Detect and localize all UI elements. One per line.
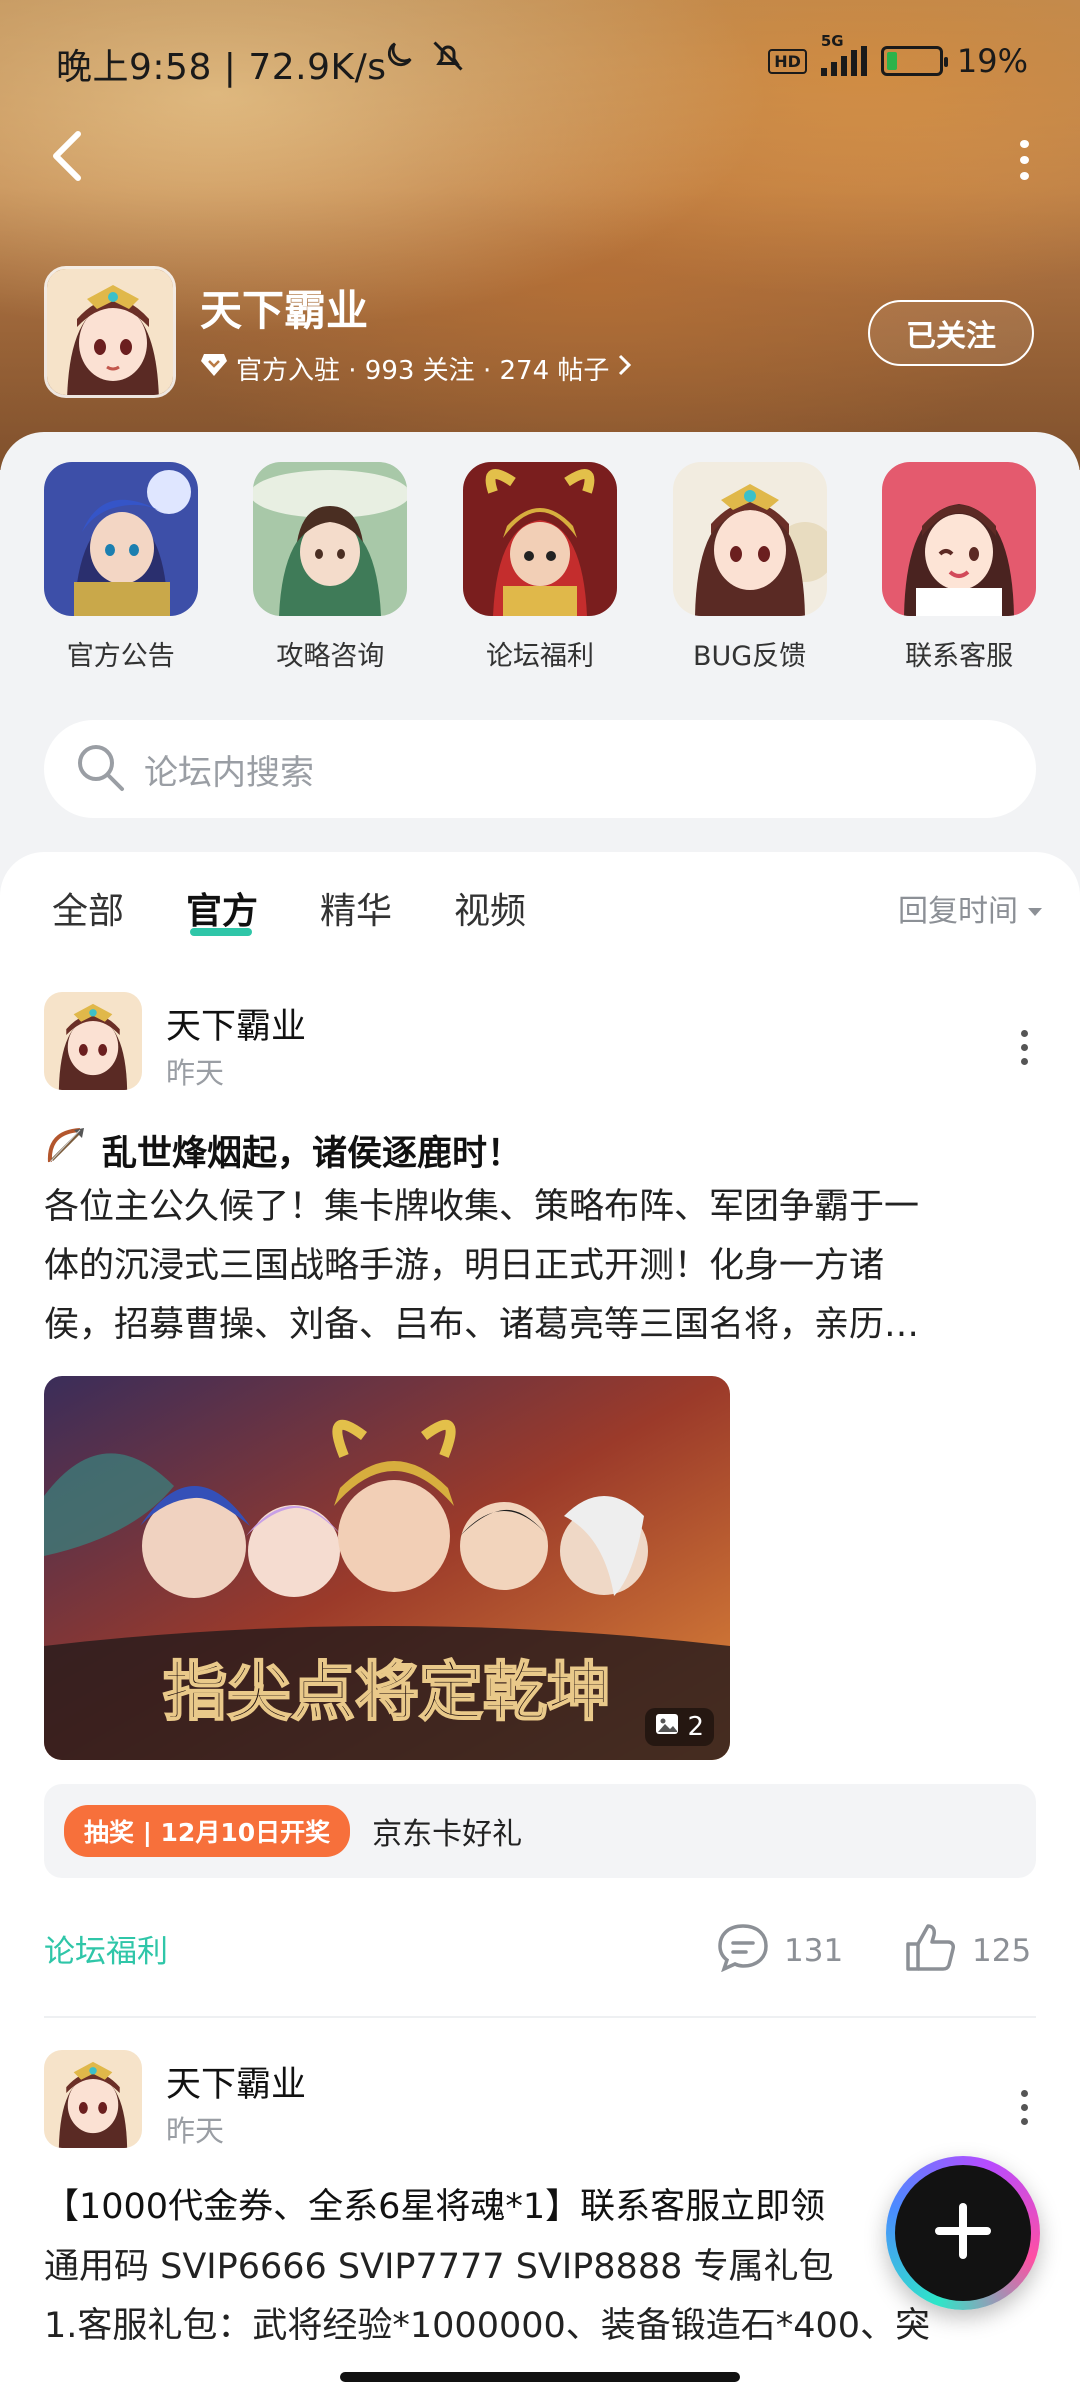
- plus-icon: [931, 2199, 995, 2267]
- lottery-prize: 京东卡好礼: [372, 1817, 523, 1852]
- forum-avatar[interactable]: [44, 266, 176, 398]
- category-bug-feedback[interactable]: BUG反馈: [665, 462, 835, 673]
- image-count-badge: 2: [645, 1708, 714, 1746]
- post-body-line: 1.客服礼包：武将经验*1000000、装备锻造石*400、突: [44, 2306, 931, 2346]
- active-tab-indicator: [190, 928, 252, 936]
- author-name[interactable]: 天下霸业: [166, 2056, 306, 2107]
- post-body: 通用码 SVIP6666 SVIP7777 SVIP8888 专属礼包 1.客服…: [44, 2238, 1036, 2356]
- category-welfare[interactable]: 论坛福利: [455, 462, 625, 673]
- search-placeholder: 论坛内搜索: [144, 752, 314, 793]
- forum-title: 天下霸业: [200, 286, 369, 335]
- status-bar: 晚上9:58 | 72.9K/s HD 5G 19%: [0, 0, 1080, 120]
- category-label: 官方公告: [66, 641, 175, 672]
- customer-service-art-icon: [882, 462, 1037, 616]
- post-more-icon[interactable]: [1018, 2090, 1030, 2125]
- author-avatar[interactable]: [44, 2050, 142, 2148]
- bug-feedback-art-icon: [672, 462, 827, 616]
- search-icon: [74, 741, 126, 797]
- status-time-speed: 晚上9:58 | 72.9K/s: [56, 47, 387, 88]
- caret-down-icon: [1026, 891, 1044, 926]
- sort-dropdown[interactable]: 回复时间: [898, 886, 1044, 930]
- signal-icon: 5G: [820, 32, 867, 76]
- post-title-text: 乱世烽烟起，诸侯逐鹿时！: [102, 1134, 523, 1174]
- post-body-line: 体的沉浸式三国战略手游，明日正式开测！化身一方诸: [44, 1246, 885, 1286]
- moon-icon: [382, 38, 416, 76]
- image-count: 2: [687, 1712, 704, 1742]
- post-body-line: 各位主公久候了！集卡牌收集、策略布阵、军团争霸于一: [44, 1187, 920, 1227]
- post-divider: [44, 2016, 1036, 2018]
- post-time: 昨天: [166, 1056, 225, 1090]
- chevron-right-icon: [617, 352, 633, 385]
- post-image[interactable]: 指尖点将定乾坤 2: [44, 1376, 730, 1760]
- post-title-text: 【1000代金券、全系6星将魂*1】联系客服立即领: [44, 2187, 826, 2227]
- search-input[interactable]: 论坛内搜索: [44, 720, 1036, 818]
- board-tag[interactable]: 论坛福利: [44, 1926, 168, 1971]
- post-feed: 全部 官方 精华 视频 回复时间 天下霸业 昨天 乱世烽烟起，诸侯逐鹿时！ 各位…: [0, 852, 1080, 2400]
- filter-tabs: 全部 官方 精华 视频 回复时间: [0, 852, 1080, 958]
- like-count: 125: [972, 1933, 1032, 1969]
- home-indicator[interactable]: [340, 2372, 740, 2382]
- battery-percent: 19%: [956, 42, 1028, 80]
- lottery-card[interactable]: 抽奖 | 12月10日开奖 京东卡好礼: [44, 1784, 1036, 1878]
- bow-arrow-icon: [44, 1124, 90, 1177]
- follow-button[interactable]: 已关注: [868, 300, 1034, 366]
- thumbs-up-icon: [904, 1922, 958, 1980]
- forum-stats-link[interactable]: 官方入驻 · 993 关注 · 274 帖子: [200, 350, 633, 387]
- tab-all[interactable]: 全部: [52, 882, 124, 934]
- post-footer: 论坛福利 131 125: [0, 1916, 1080, 1976]
- more-options-icon[interactable]: [1004, 140, 1044, 180]
- category-guide[interactable]: 攻略咨询: [245, 462, 415, 673]
- image-gallery-icon: [655, 1712, 679, 1742]
- mute-icon: [430, 38, 466, 78]
- tab-video[interactable]: 视频: [454, 882, 526, 934]
- like-button[interactable]: 125: [904, 1922, 1031, 1980]
- guide-art-icon: [253, 462, 408, 616]
- compose-post-button[interactable]: [886, 2156, 1040, 2310]
- post-time: 昨天: [166, 2114, 225, 2148]
- battery-icon: [880, 46, 948, 76]
- lottery-badge: 抽奖 | 12月10日开奖: [64, 1805, 351, 1857]
- category-customer-service[interactable]: 联系客服: [874, 462, 1044, 673]
- hd-badge: HD: [768, 48, 807, 74]
- post-body-line: 侯，招募曹操、刘备、吕布、诸葛亮等三国名将，亲历…: [44, 1305, 920, 1345]
- post-title: 乱世烽烟起，诸侯逐鹿时！: [44, 1124, 1036, 1177]
- comment-button[interactable]: 131: [716, 1922, 843, 1980]
- category-label: 联系客服: [905, 641, 1014, 672]
- author-avatar[interactable]: [44, 992, 142, 1090]
- image-caption: 指尖点将定乾坤: [163, 1655, 611, 1730]
- category-label: 攻略咨询: [276, 641, 385, 672]
- sort-label: 回复时间: [898, 894, 1018, 929]
- post-body: 各位主公久候了！集卡牌收集、策略布阵、军团争霸于一 体的沉浸式三国战略手游，明日…: [44, 1178, 1036, 1355]
- category-label: 论坛福利: [485, 641, 594, 672]
- comment-icon: [716, 1922, 770, 1980]
- category-announcement[interactable]: 官方公告: [36, 462, 206, 673]
- verified-diamond-icon: [200, 352, 228, 385]
- comment-count: 131: [784, 1933, 844, 1969]
- welfare-art-icon: [462, 462, 617, 616]
- author-name[interactable]: 天下霸业: [166, 998, 306, 1049]
- announcement-art-icon: [43, 462, 198, 616]
- back-icon[interactable]: [48, 128, 98, 188]
- forum-meta-text: 官方入驻 · 993 关注 · 274 帖子: [236, 356, 610, 386]
- forum-header: 天下霸业 官方入驻 · 993 关注 · 274 帖子: [44, 266, 633, 398]
- category-label: BUG反馈: [692, 641, 807, 672]
- tab-official[interactable]: 官方: [186, 882, 258, 934]
- tab-featured[interactable]: 精华: [320, 882, 392, 934]
- post-more-icon[interactable]: [1018, 1030, 1030, 1065]
